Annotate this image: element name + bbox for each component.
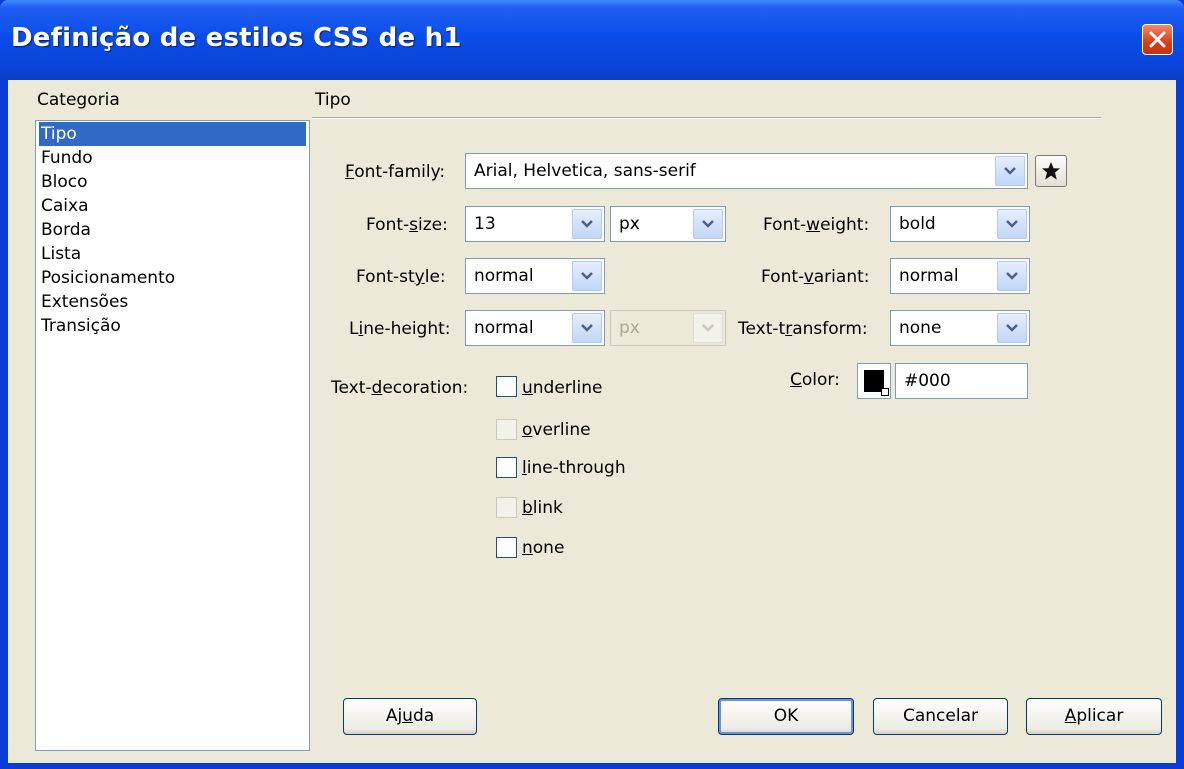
font-family-value: Arial, Helvetica, sans-serif [474, 161, 696, 181]
blink-checkbox[interactable] [496, 497, 517, 518]
title-bar[interactable]: Definição de estilos CSS de h1 [0, 0, 1184, 80]
line-height-dropdown-button[interactable] [572, 313, 602, 343]
line-height-label: Line-height: [349, 319, 451, 339]
color-picker-button[interactable] [857, 363, 891, 399]
dialog-window: Definição de estilos CSS de h1 Categoria… [0, 0, 1184, 769]
none-checkbox[interactable] [496, 537, 517, 558]
category-item-caixa[interactable]: Caixa [39, 194, 306, 218]
category-heading: Categoria [37, 90, 120, 110]
color-label: Color: [790, 370, 840, 390]
chevron-down-icon [1006, 220, 1018, 228]
category-item-bloco[interactable]: Bloco [39, 170, 306, 194]
line-height-value: normal [474, 318, 534, 338]
underline-checkbox[interactable] [496, 376, 517, 397]
panel-heading: Tipo [315, 90, 351, 110]
apply-button[interactable]: Aplicar [1026, 698, 1162, 735]
font-size-unit-value: px [619, 214, 640, 234]
none-label[interactable]: none [522, 538, 564, 558]
text-transform-value: none [899, 318, 942, 338]
category-item-posicionamento[interactable]: Posicionamento [39, 266, 306, 290]
edit-font-list-button[interactable] [1035, 155, 1067, 187]
font-size-unit-select[interactable]: px [610, 206, 726, 242]
text-transform-select[interactable]: none [890, 310, 1030, 346]
font-variant-dropdown-button[interactable] [997, 261, 1027, 291]
line-height-select[interactable]: normal [465, 310, 605, 346]
font-weight-label: Font-weight: [763, 215, 870, 235]
category-item-fundo[interactable]: Fundo [39, 146, 306, 170]
font-variant-label: Font-variant: [761, 267, 870, 287]
category-item-extensoes[interactable]: Extensões [39, 290, 306, 314]
star-icon [1042, 162, 1060, 180]
chevron-down-icon [1006, 272, 1018, 280]
font-family-label: Font-family: [345, 162, 446, 182]
line-height-unit-dropdown-button [693, 313, 723, 343]
font-size-unit-dropdown-button[interactable] [693, 209, 723, 239]
text-decoration-label: Text-decoration: [331, 378, 469, 398]
dialog-body: Categoria Tipo Fundo Bloco Caixa Borda L… [8, 80, 1176, 763]
chevron-down-icon [702, 220, 714, 228]
overline-label[interactable]: overline [522, 420, 591, 440]
chevron-down-icon [1006, 324, 1018, 332]
color-input[interactable]: #000 [895, 363, 1028, 399]
heading-separator [312, 117, 1101, 119]
close-icon [1149, 31, 1166, 48]
ok-button[interactable]: OK [718, 698, 854, 735]
window-title: Definição de estilos CSS de h1 [11, 23, 462, 53]
line-height-unit-value: px [619, 318, 640, 338]
overline-checkbox[interactable] [496, 419, 517, 440]
line-height-unit-select: px [610, 310, 726, 346]
text-transform-dropdown-button[interactable] [997, 313, 1027, 343]
chevron-down-icon [581, 324, 593, 332]
font-size-dropdown-button[interactable] [572, 209, 602, 239]
chevron-down-icon [1004, 167, 1016, 175]
category-list[interactable]: Tipo Fundo Bloco Caixa Borda Lista Posic… [35, 120, 310, 751]
font-family-dropdown-button[interactable] [995, 156, 1025, 186]
font-size-value: 13 [474, 214, 496, 234]
underline-label[interactable]: underline [522, 378, 602, 398]
font-weight-value: bold [899, 214, 936, 234]
color-picker-arrow-icon [881, 388, 889, 396]
chevron-down-icon [581, 220, 593, 228]
line-through-label[interactable]: line-through [522, 458, 626, 478]
font-style-value: normal [474, 266, 534, 286]
font-size-label: Font-size: [366, 215, 448, 235]
help-button[interactable]: Ajuda [343, 698, 477, 735]
chevron-down-icon [581, 272, 593, 280]
close-button[interactable] [1142, 24, 1173, 55]
font-variant-value: normal [899, 266, 959, 286]
category-item-borda[interactable]: Borda [39, 218, 306, 242]
category-item-lista[interactable]: Lista [39, 242, 306, 266]
font-variant-select[interactable]: normal [890, 258, 1030, 294]
category-item-tipo[interactable]: Tipo [39, 122, 306, 146]
cancel-button[interactable]: Cancelar [873, 698, 1008, 735]
blink-label[interactable]: blink [522, 498, 563, 518]
font-weight-dropdown-button[interactable] [997, 209, 1027, 239]
text-transform-label: Text-transform: [738, 319, 868, 339]
font-style-dropdown-button[interactable] [572, 261, 602, 291]
font-family-select[interactable]: Arial, Helvetica, sans-serif [465, 153, 1028, 189]
font-style-select[interactable]: normal [465, 258, 605, 294]
category-item-transicao[interactable]: Transição [39, 314, 306, 338]
font-weight-select[interactable]: bold [890, 206, 1030, 242]
font-size-select[interactable]: 13 [465, 206, 605, 242]
line-through-checkbox[interactable] [496, 457, 517, 478]
font-style-label: Font-style: [356, 267, 446, 287]
color-value: #000 [904, 371, 951, 391]
chevron-down-icon [702, 324, 714, 332]
